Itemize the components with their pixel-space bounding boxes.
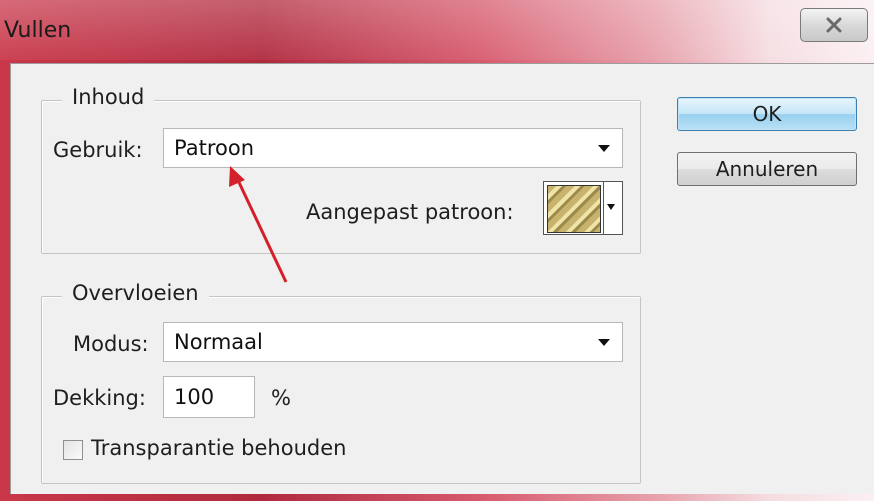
ok-button[interactable]: OK — [677, 97, 857, 131]
use-select-value: Patroon — [174, 136, 255, 160]
swatch-divider — [603, 182, 604, 234]
cancel-button[interactable]: Annuleren — [677, 152, 857, 186]
use-select[interactable]: Patroon — [163, 128, 623, 168]
use-label: Gebruik: — [53, 138, 143, 162]
opacity-label: Dekking: — [53, 386, 146, 410]
opacity-value: 100 — [174, 385, 215, 409]
close-button[interactable] — [800, 8, 868, 42]
chevron-down-icon[interactable] — [598, 339, 610, 346]
contents-group-legend: Inhoud — [62, 85, 155, 109]
close-icon — [826, 17, 842, 33]
pattern-picker[interactable] — [543, 181, 623, 235]
cancel-button-label: Annuleren — [715, 157, 819, 181]
preserve-transparency-label[interactable]: Transparantie behouden — [91, 436, 346, 460]
mode-label: Modus: — [73, 332, 149, 356]
pattern-preview — [547, 185, 601, 233]
mode-select[interactable]: Normaal — [163, 322, 623, 362]
dialog-body: Inhoud Gebruik: Patroon Aangepast patroo… — [10, 63, 874, 494]
dialog-window: Vullen Inhoud Gebruik: Patroon Aangepast… — [0, 0, 874, 501]
chevron-down-icon[interactable] — [598, 145, 610, 152]
ok-button-label: OK — [752, 102, 782, 126]
custom-pattern-label: Aangepast patroon: — [306, 200, 514, 224]
window-title: Vullen — [4, 18, 72, 43]
title-bar[interactable]: Vullen — [0, 0, 874, 60]
opacity-unit: % — [271, 386, 291, 410]
preserve-transparency-checkbox[interactable] — [63, 440, 83, 460]
opacity-input[interactable]: 100 — [163, 376, 255, 418]
chevron-down-icon[interactable] — [607, 204, 615, 210]
blending-group-legend: Overvloeien — [62, 281, 209, 305]
mode-select-value: Normaal — [174, 330, 263, 354]
